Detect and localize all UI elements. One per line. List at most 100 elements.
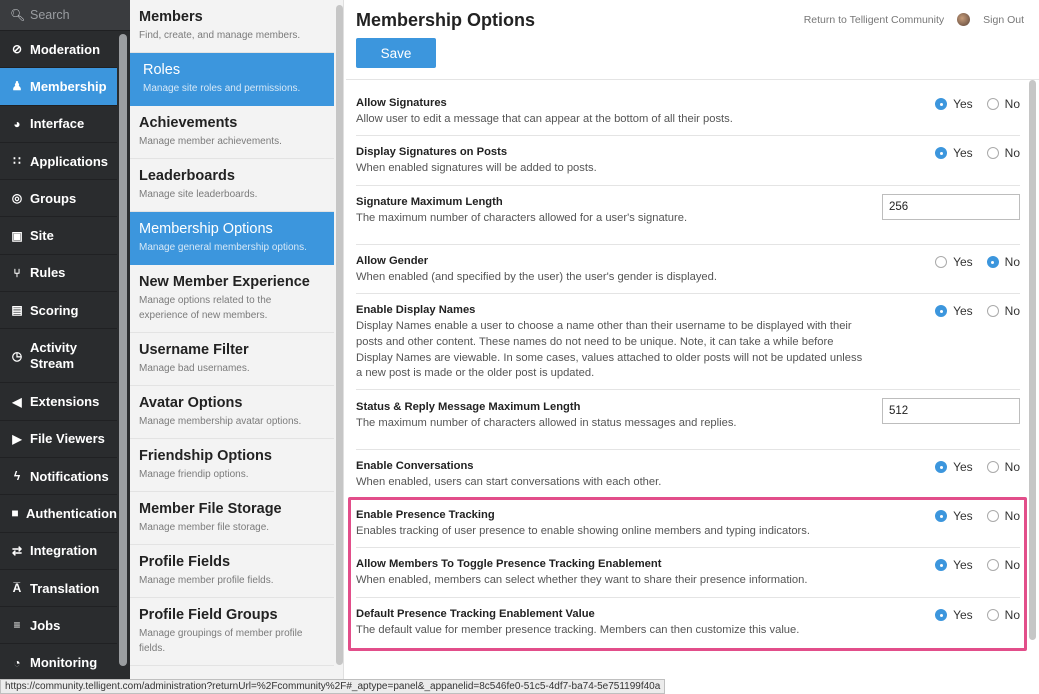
nav-item-membership[interactable]: ♟ Membership (0, 68, 117, 106)
panel-item-achievements[interactable]: Achievements Manage member achievements. (130, 106, 334, 159)
nav-item-translation[interactable]: A̅ Translation (0, 570, 117, 608)
panel-scrollbar[interactable] (336, 5, 343, 665)
nav-item-label: Moderation (30, 41, 101, 57)
option-allow-gender: Allow Gender When enabled (and specified… (356, 254, 1020, 294)
nav-item-extensions[interactable]: ◀ Extensions (0, 383, 117, 421)
no-radio[interactable] (986, 147, 999, 159)
nav-item-jobs[interactable]: ≡ Jobs (0, 607, 117, 645)
no-label[interactable]: No (1005, 558, 1020, 572)
panel-item-desc: Manage member file storage. (139, 522, 270, 533)
yes-label[interactable]: Yes (953, 558, 973, 572)
option-desc: The maximum number of characters allowed… (356, 417, 737, 429)
yes-radio[interactable] (935, 510, 948, 522)
yes-no-radio-group: Yes No (935, 255, 1020, 269)
nav-item-site[interactable]: ▣ Site (0, 217, 117, 255)
panel-item-leaderboards[interactable]: Leaderboards Manage site leaderboards. (130, 159, 334, 212)
no-radio[interactable] (986, 461, 999, 473)
no-label[interactable]: No (1005, 509, 1020, 523)
return-link[interactable]: Return to Telligent Community (804, 14, 944, 26)
nav-item-groups[interactable]: ◎ Groups (0, 180, 117, 218)
panel-item-members[interactable]: Members Find, create, and manage members. (130, 0, 334, 53)
nav-scrollbar[interactable] (119, 34, 127, 666)
no-label[interactable]: No (1005, 304, 1020, 318)
panel-item-title: Roles (143, 62, 181, 78)
nav-item-label: Monitoring (30, 655, 98, 671)
option-desc: The default value for member presence tr… (356, 624, 800, 636)
yes-radio[interactable] (935, 559, 948, 571)
panel-item-desc: Manage site roles and permissions. (143, 83, 301, 94)
top-links: Return to Telligent Community Sign Out (804, 13, 1024, 26)
nav-item-interface[interactable]: ◕ Interface (0, 106, 117, 143)
no-radio[interactable] (986, 256, 999, 268)
translate-icon: A̅ (12, 581, 22, 595)
panel-item-friendship-options[interactable]: Friendship Options Manage friendip option… (130, 439, 334, 492)
no-label[interactable]: No (1005, 255, 1020, 269)
nav-search[interactable]: 🔍︎ Search (0, 0, 130, 31)
no-radio[interactable] (986, 98, 999, 110)
lock-icon: ■ (11, 506, 19, 521)
nav-item-label: Site (30, 228, 54, 244)
panel-item-username-filter[interactable]: Username Filter Manage bad usernames. (130, 333, 334, 386)
membership-options-content: Membership Options Return to Telligent C… (346, 0, 1039, 694)
nav-item-monitoring[interactable]: ◔ Monitoring (0, 644, 117, 682)
no-radio[interactable] (986, 609, 999, 621)
yes-radio[interactable] (935, 256, 948, 268)
nav-item-scoring[interactable]: ▤ Scoring (0, 292, 117, 330)
calculator-icon: ▤ (11, 303, 23, 318)
yes-label[interactable]: Yes (953, 509, 973, 523)
panel-item-profile-field-groups[interactable]: Profile Field Groups Manage groupings of … (130, 598, 334, 666)
panel-item-profile-fields[interactable]: Profile Fields Manage member profile fiel… (130, 545, 334, 598)
yes-no-radio-group: Yes No (935, 146, 1020, 160)
panel-item-desc: Manage options related to the experience… (139, 295, 272, 321)
panel-item-membership-options[interactable]: Membership Options Manage general members… (130, 212, 334, 265)
nav-item-label: Activity Stream (30, 339, 77, 371)
yes-radio[interactable] (935, 98, 948, 110)
option-status-reply-max-length: Status & Reply Message Maximum Length Th… (356, 398, 1020, 450)
avatar[interactable] (957, 13, 971, 26)
option-enable-conversations: Enable Conversations When enabled, users… (356, 459, 1020, 499)
ban-icon: ⊘ (11, 42, 23, 57)
yes-radio[interactable] (935, 305, 948, 317)
no-radio[interactable] (986, 510, 999, 522)
yes-radio[interactable] (935, 461, 948, 473)
nav-search-input[interactable]: Search (30, 8, 70, 22)
signature-max-length-input[interactable]: 256 (882, 194, 1020, 220)
panel-item-roles[interactable]: Roles Manage site roles and permissions. (130, 53, 334, 106)
content-scrollbar[interactable] (1029, 80, 1036, 640)
no-label[interactable]: No (1005, 608, 1020, 622)
nav-item-applications[interactable]: ∷ Applications (0, 143, 117, 181)
panel-item-avatar-options[interactable]: Avatar Options Manage membership avatar o… (130, 386, 334, 439)
status-reply-max-length-input[interactable]: 512 (882, 398, 1020, 424)
no-radio[interactable] (986, 559, 999, 571)
yes-label[interactable]: Yes (953, 146, 973, 160)
panel-item-member-file-storage[interactable]: Member File Storage Manage member file st… (130, 492, 334, 545)
nav-item-label: Groups (30, 190, 77, 206)
panel-item-desc: Manage member achievements. (139, 136, 282, 147)
yes-label[interactable]: Yes (953, 608, 973, 622)
nav-item-authentication[interactable]: ■ Authentication (0, 495, 117, 533)
no-radio[interactable] (986, 305, 999, 317)
sign-out-link[interactable]: Sign Out (983, 14, 1024, 26)
yes-label[interactable]: Yes (953, 97, 973, 111)
yes-label[interactable]: Yes (953, 304, 973, 318)
nav-item-integration[interactable]: ⇄ Integration (0, 533, 117, 570)
no-label[interactable]: No (1005, 460, 1020, 474)
option-enable-presence-tracking: Enable Presence Tracking Enables trackin… (356, 508, 1020, 548)
yes-radio[interactable] (935, 147, 948, 159)
nav-item-notifications[interactable]: ϟ Notifications (0, 458, 117, 496)
panel-item-new-member-experience[interactable]: New Member Experience Manage options rela… (130, 265, 334, 333)
yes-label[interactable]: Yes (953, 255, 973, 269)
option-display-signatures: Display Signatures on Posts When enabled… (356, 145, 1020, 186)
nav-item-activity-stream[interactable]: ◷ Activity Stream (0, 329, 117, 384)
yes-label[interactable]: Yes (953, 460, 973, 474)
yes-no-radio-group: Yes No (935, 97, 1020, 111)
nav-item-moderation[interactable]: ⊘ Moderation (0, 31, 117, 69)
yes-radio[interactable] (935, 609, 948, 621)
no-label[interactable]: No (1005, 97, 1020, 111)
option-allow-signatures: Allow Signatures Allow user to edit a me… (356, 96, 1020, 136)
nav-item-rules[interactable]: ⑂ Rules (0, 255, 117, 293)
nav-item-file-viewers[interactable]: ▶ File Viewers (0, 421, 117, 458)
clock-icon: ◷ (11, 348, 23, 363)
no-label[interactable]: No (1005, 146, 1020, 160)
save-button[interactable]: Save (356, 38, 436, 68)
